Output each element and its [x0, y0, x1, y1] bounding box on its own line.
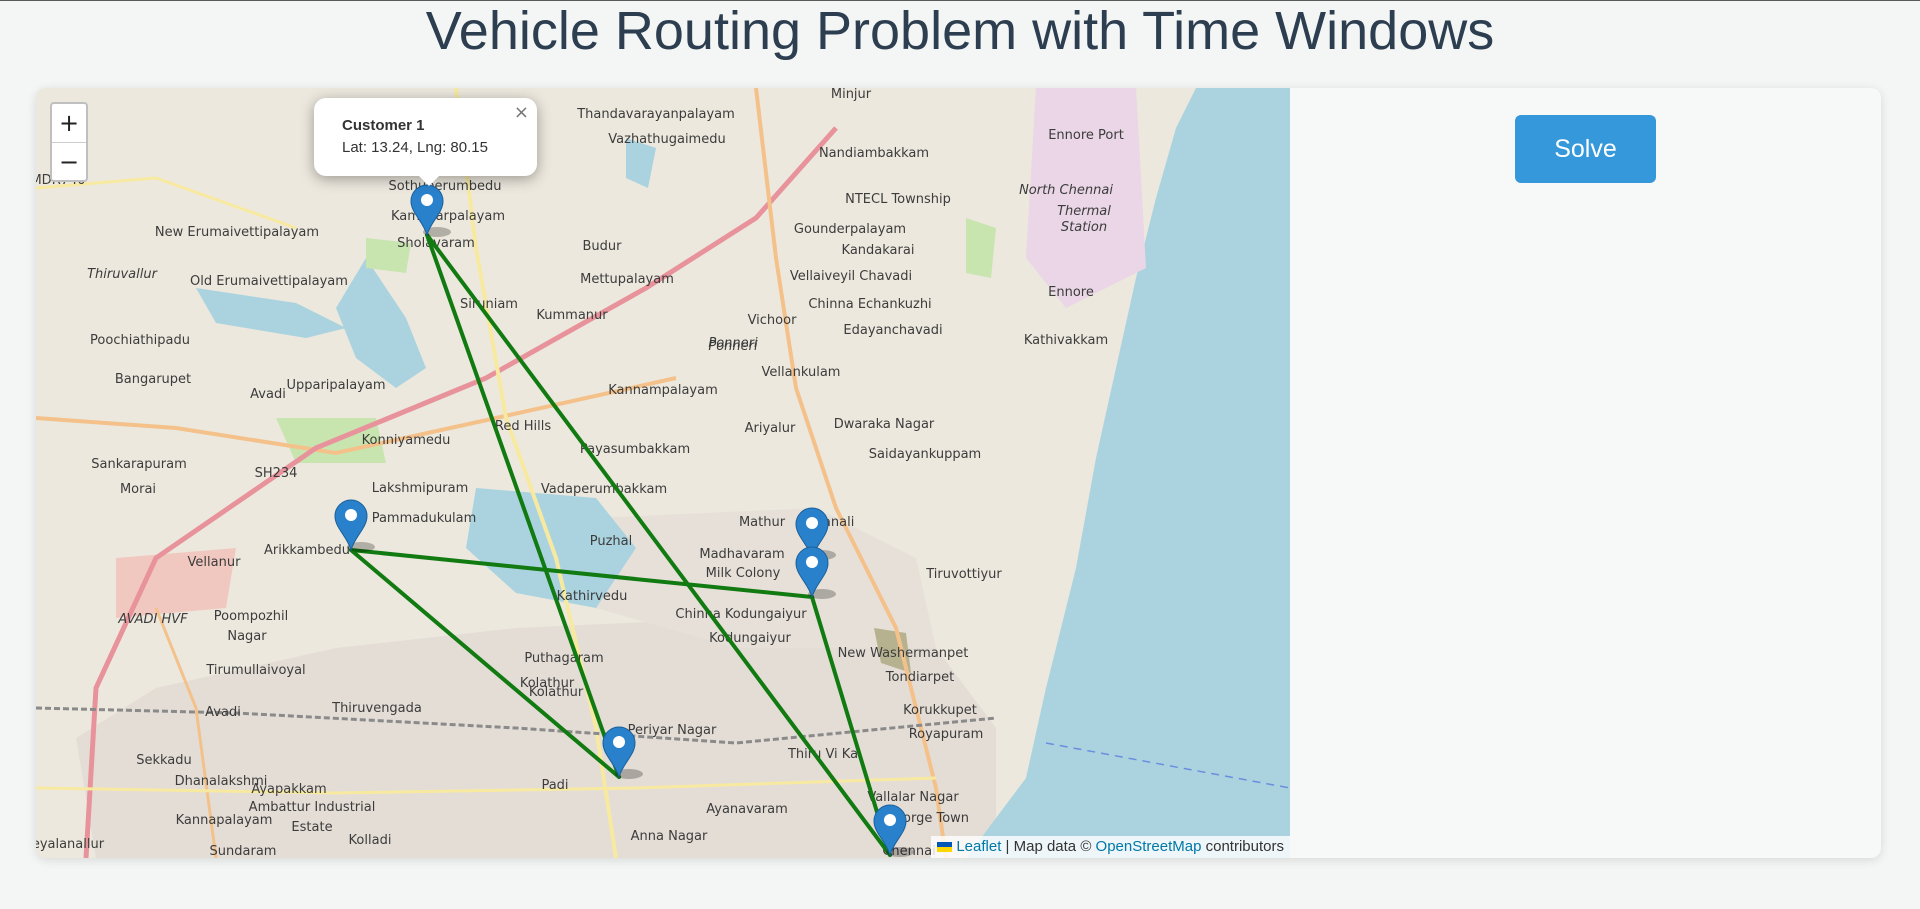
- place-label: Veyalanallur: [36, 837, 105, 852]
- place-label: NTECL Township: [845, 192, 951, 207]
- place-label: Avadi: [205, 705, 241, 720]
- place-label: Poochiathipadu: [90, 333, 190, 348]
- place-label: Ponneri: [708, 339, 758, 354]
- place-label: Edayanchavadi: [843, 323, 942, 338]
- place-label: Estate: [291, 820, 332, 835]
- place-label: Tirumullaivoyal: [205, 663, 305, 678]
- place-label: Kandakarai: [842, 243, 915, 258]
- place-label: Red Hills: [495, 419, 551, 434]
- place-label: Kamavarpalayam: [391, 209, 505, 224]
- place-label: Old Erumaivettipalayam: [190, 274, 348, 289]
- place-label: AVADI HVF: [117, 612, 188, 627]
- place-label: Sundaram: [210, 844, 277, 858]
- place-label: Ariyalur: [745, 421, 796, 436]
- place-label: Dwaraka Nagar: [834, 417, 935, 432]
- place-label: Thiruvengada: [331, 701, 422, 716]
- place-label: Padi: [541, 778, 568, 793]
- place-label: Saidayankuppam: [869, 447, 981, 462]
- place-label: Royapuram: [909, 727, 984, 742]
- place-label: Kathirvedu: [557, 589, 628, 604]
- place-label: Mathur: [739, 515, 786, 530]
- popup-title: Customer 1: [342, 117, 425, 134]
- place-label: Periyar Nagar: [628, 723, 717, 738]
- place-label: Kolathur: [520, 676, 575, 691]
- place-label: Gounderpalayam: [794, 222, 906, 237]
- place-label: Tiruvottiyur: [925, 567, 1002, 582]
- place-label: Kodungaiyur: [709, 631, 791, 646]
- leaflet-link[interactable]: Leaflet: [956, 838, 1001, 855]
- place-label: Budur: [583, 239, 623, 254]
- place-label: SH234: [255, 466, 298, 481]
- place-label: Madhavaram: [699, 547, 784, 562]
- place-label: Vazhathugaimedu: [608, 132, 725, 147]
- place-label: Vadaperumbakkam: [541, 482, 667, 497]
- attribution-contributors: contributors: [1201, 838, 1284, 855]
- place-label: Kannapalayam: [176, 813, 273, 828]
- place-label: Sothuperumbedu: [388, 179, 501, 194]
- place-label: Pammadukulam: [372, 511, 477, 526]
- place-label: Dhanalakshmi: [175, 774, 268, 789]
- zoom-control: + −: [50, 102, 88, 182]
- place-label: Kolladi: [349, 833, 392, 848]
- place-label: Thiruvallur: [87, 267, 158, 282]
- place-label: Poompozhil: [214, 609, 288, 624]
- attribution-text: | Map data ©: [1001, 838, 1096, 855]
- map-tiles[interactable]: Minjur Thandavarayanpalayam Vazhathugaimed…: [36, 88, 1290, 858]
- place-label: Mettupalayam: [580, 272, 674, 287]
- place-label: North Chennai: [1019, 183, 1113, 198]
- place-label: Siruniam: [460, 297, 518, 312]
- place-label: Nandiambakkam: [819, 146, 929, 161]
- place-label: Payasumbakkam: [580, 442, 690, 457]
- place-label: Station: [1061, 220, 1107, 235]
- place-label: New Washermanpet: [838, 646, 969, 661]
- place-label: Tondiarpet: [885, 670, 954, 685]
- osm-link[interactable]: OpenStreetMap: [1096, 838, 1202, 855]
- zoom-in-button[interactable]: +: [52, 104, 86, 143]
- place-label: Puzhal: [590, 534, 633, 549]
- place-label: Vellankulam: [762, 365, 841, 380]
- popup-coords: Lat: 13.24, Lng: 80.15: [342, 139, 488, 156]
- place-label: Kummanur: [536, 308, 608, 323]
- place-label: Lakshmipuram: [372, 481, 469, 496]
- place-label: New Erumaivettipalayam: [155, 225, 319, 240]
- place-label: Avadi: [250, 387, 286, 402]
- place-label: Thiru Vi Ka: [787, 747, 858, 762]
- place-label: Korukkupet: [903, 703, 977, 718]
- place-label: Kannampalayam: [608, 383, 718, 398]
- place-label: Arikkambedu: [264, 543, 350, 558]
- place-label: Vichoor: [748, 313, 798, 328]
- place-label: Thermal: [1057, 204, 1111, 219]
- page-title: Vehicle Routing Problem with Time Window…: [425, 1, 1495, 61]
- place-label: Bangarupet: [115, 372, 191, 387]
- place-label: Chinna Echankuzhi: [808, 297, 931, 312]
- place-label: Vellanur: [188, 555, 242, 570]
- place-label: Anna Nagar: [631, 829, 708, 844]
- place-label: Konniyamedu: [362, 433, 451, 448]
- ukraine-flag-icon: [937, 842, 953, 852]
- map-attribution: Leaflet | Map data © OpenStreetMap contr…: [931, 836, 1290, 858]
- place-label: Kathivakkam: [1024, 333, 1108, 348]
- marker-popup: × Customer 1 Lat: 13.24, Lng: 80.15: [314, 98, 537, 186]
- place-label: Vallalar Nagar: [867, 790, 959, 805]
- place-label: Upparipalayam: [286, 378, 385, 393]
- place-label: Nagar: [227, 629, 267, 644]
- place-label: Sekkadu: [136, 753, 192, 768]
- place-label: Ennore: [1048, 285, 1094, 300]
- solve-button[interactable]: Solve: [1515, 115, 1656, 183]
- zoom-out-button[interactable]: −: [52, 143, 86, 181]
- place-label: Thandavarayanpalayam: [576, 107, 735, 122]
- place-label: Minjur: [831, 88, 872, 102]
- place-label: Morai: [120, 482, 156, 497]
- place-label: Sankarapuram: [91, 457, 187, 472]
- place-label: Vellaiveyil Chavadi: [790, 269, 912, 284]
- place-label: Puthagaram: [524, 651, 603, 666]
- map-container[interactable]: Minjur Thandavarayanpalayam Vazhathugaimed…: [36, 88, 1290, 858]
- place-label: Chinna Kodungaiyur: [675, 607, 807, 622]
- main-card: Minjur Thandavarayanpalayam Vazhathugaimed…: [36, 88, 1881, 858]
- popup-close-icon[interactable]: ×: [514, 102, 529, 123]
- control-panel: Solve: [1290, 88, 1881, 858]
- place-label: Ayanavaram: [706, 802, 788, 817]
- place-label: Ennore Port: [1048, 128, 1124, 143]
- place-label: Milk Colony: [706, 566, 781, 581]
